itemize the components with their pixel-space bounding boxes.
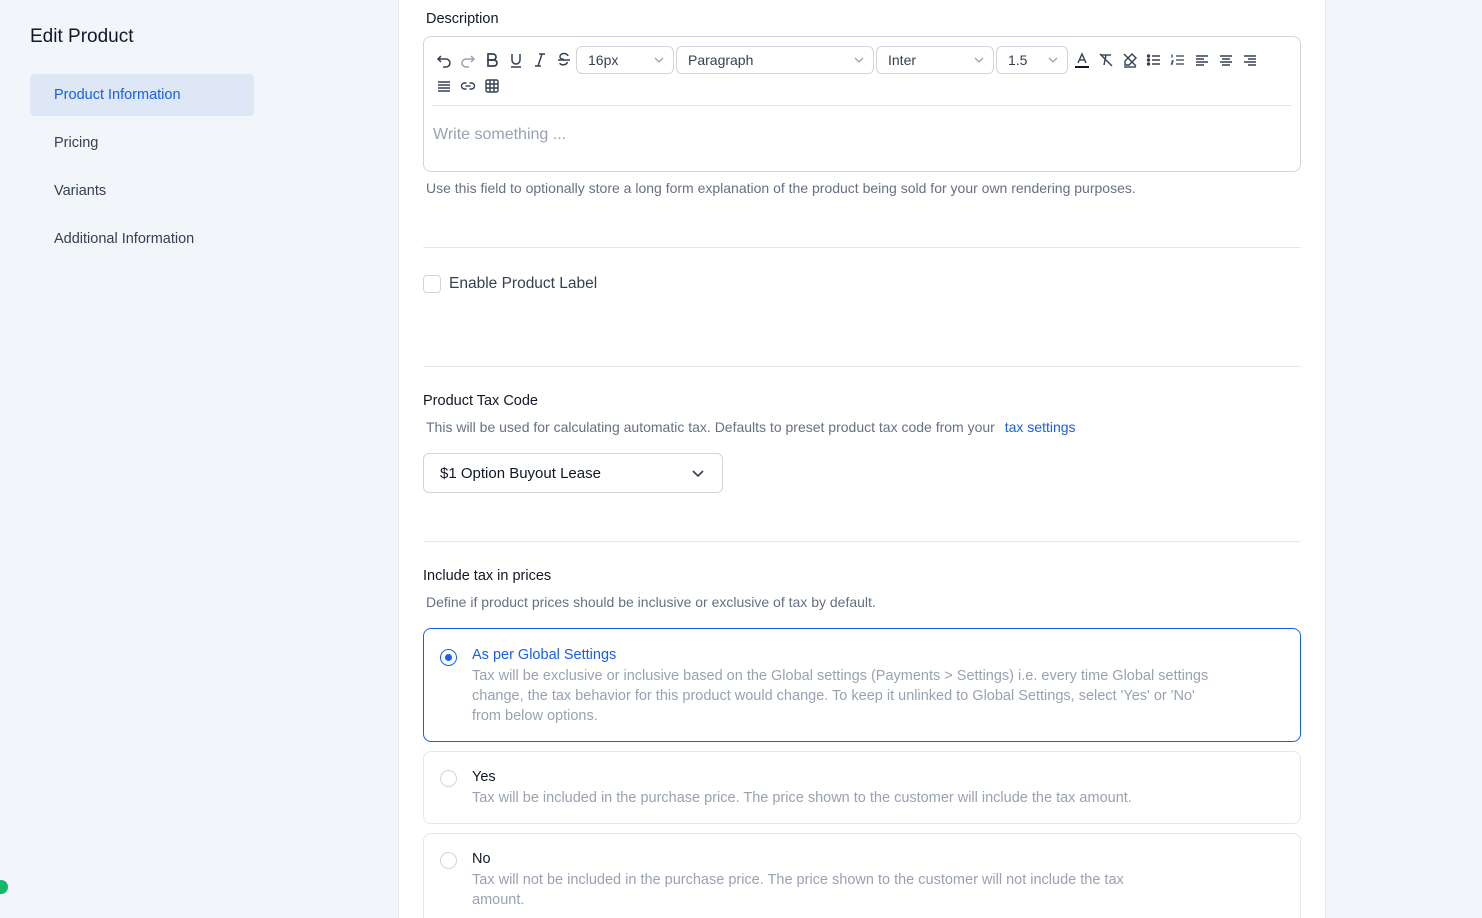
chevron-down-icon (1048, 57, 1058, 63)
link-icon[interactable] (456, 74, 480, 98)
enable-product-label-checkbox[interactable] (423, 275, 441, 293)
tax-option-yes[interactable]: Yes Tax will be included in the purchase… (423, 751, 1301, 824)
radio-selected-dot (445, 654, 452, 661)
font-family-value: Inter (888, 52, 917, 68)
option-title: No (472, 851, 491, 867)
tax-option-global-settings[interactable]: As per Global Settings Tax will be exclu… (423, 628, 1301, 742)
include-tax-helper: Define if product prices should be inclu… (426, 594, 876, 610)
description-helper: Use this field to optionally store a lon… (426, 180, 1136, 196)
sidebar-item-additional-information[interactable]: Additional Information (30, 218, 254, 260)
chevron-down-icon (654, 57, 664, 63)
tax-code-selected-value: $1 Option Buyout Lease (440, 464, 601, 482)
radio-no[interactable] (440, 852, 457, 869)
highlight-icon[interactable] (1118, 48, 1142, 72)
sidebar-item-pricing[interactable]: Pricing (30, 122, 254, 164)
main-panel: Description 16px Paragraph Inter 1.5 Wri… (398, 0, 1326, 918)
block-type-select[interactable]: Paragraph (676, 46, 874, 74)
sidebar-nav: Product Information Pricing Variants Add… (30, 74, 254, 266)
section-divider (423, 541, 1301, 542)
bullet-list-icon[interactable] (1142, 48, 1166, 72)
tax-code-helper-text: This will be used for calculating automa… (426, 419, 995, 435)
bold-icon[interactable] (480, 48, 504, 72)
tax-code-helper: This will be used for calculating automa… (426, 419, 1076, 435)
option-title: Yes (472, 769, 496, 785)
align-center-icon[interactable] (1214, 48, 1238, 72)
block-type-value: Paragraph (688, 52, 754, 68)
chevron-down-icon (692, 470, 704, 478)
enable-product-label-text[interactable]: Enable Product Label (449, 275, 597, 293)
section-divider (423, 366, 1301, 367)
line-height-select[interactable]: 1.5 (996, 46, 1068, 74)
chevron-down-icon (854, 57, 864, 63)
font-size-select[interactable]: 16px (576, 46, 674, 74)
description-label: Description (426, 11, 499, 27)
editor-toolbar-row-2 (432, 73, 504, 99)
line-height-value: 1.5 (1008, 52, 1028, 68)
option-description: Tax will not be included in the purchase… (472, 872, 1124, 908)
radio-yes[interactable] (440, 770, 457, 787)
option-description: Tax will be exclusive or inclusive based… (472, 668, 1209, 724)
text-color-icon[interactable] (1070, 48, 1094, 72)
clear-format-icon[interactable] (1094, 48, 1118, 72)
table-icon[interactable] (480, 74, 504, 98)
tax-settings-link[interactable]: tax settings (1005, 419, 1076, 435)
sidebar: Edit Product Product Information Pricing… (0, 0, 398, 918)
italic-icon[interactable] (528, 48, 552, 72)
page-title: Edit Product (30, 26, 134, 47)
align-right-icon[interactable] (1238, 48, 1262, 72)
strikethrough-icon[interactable] (552, 48, 576, 72)
option-title: As per Global Settings (472, 647, 617, 663)
include-tax-label: Include tax in prices (423, 568, 552, 584)
font-size-value: 16px (588, 52, 619, 68)
undo-icon[interactable] (432, 48, 456, 72)
section-divider (423, 247, 1301, 248)
tax-code-select[interactable]: $1 Option Buyout Lease (423, 453, 723, 493)
rich-text-editor: 16px Paragraph Inter 1.5 Write something… (423, 36, 1301, 172)
editor-divider (432, 105, 1292, 106)
editor-toolbar: 16px Paragraph Inter 1.5 (432, 45, 1262, 75)
editor-content-area[interactable]: Write something ... (433, 126, 566, 144)
option-description: Tax will be included in the purchase pri… (472, 790, 1132, 806)
radio-global-settings[interactable] (440, 649, 457, 666)
sidebar-item-variants[interactable]: Variants (30, 170, 254, 212)
font-family-select[interactable]: Inter (876, 46, 994, 74)
status-indicator[interactable] (0, 880, 8, 894)
tax-option-no[interactable]: No Tax will not be included in the purch… (423, 833, 1301, 918)
underline-icon[interactable] (504, 48, 528, 72)
redo-icon[interactable] (456, 48, 480, 72)
align-justify-icon[interactable] (432, 74, 456, 98)
chevron-down-icon (974, 57, 984, 63)
numbered-list-icon[interactable] (1166, 48, 1190, 72)
tax-code-label: Product Tax Code (423, 393, 538, 409)
align-left-icon[interactable] (1190, 48, 1214, 72)
sidebar-item-product-information[interactable]: Product Information (30, 74, 254, 116)
